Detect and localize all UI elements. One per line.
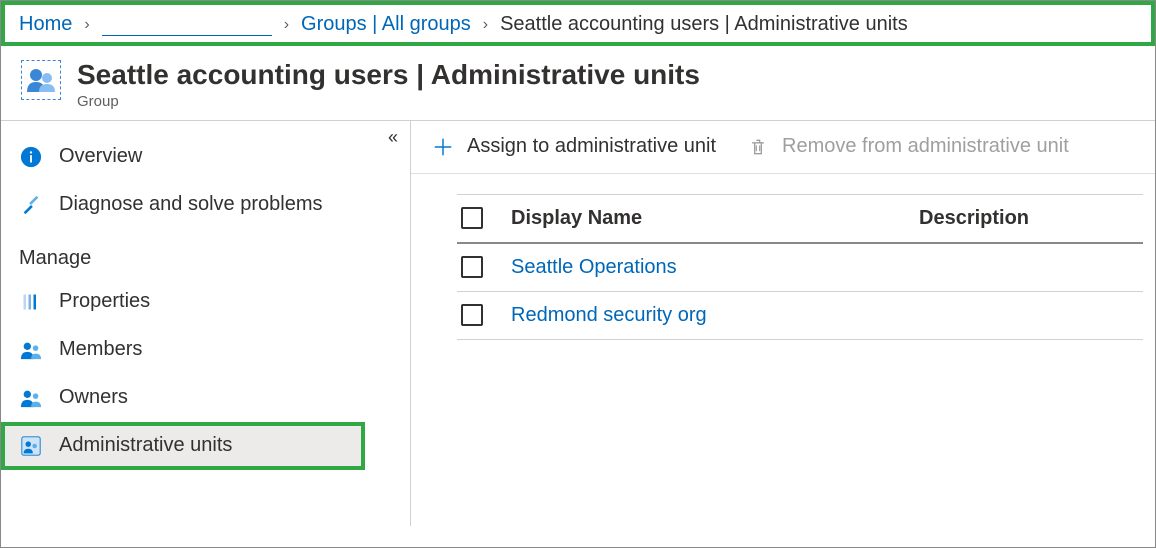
group-icon: [21, 60, 61, 100]
sidebar: « Overview Diagnose and solve problems M…: [1, 121, 411, 526]
row-checkbox[interactable]: [461, 304, 483, 326]
collapse-sidebar-icon[interactable]: «: [388, 127, 398, 148]
column-display-name[interactable]: Display Name: [511, 207, 919, 230]
toolbar-label: Remove from administrative unit: [782, 135, 1069, 158]
info-icon: [19, 145, 43, 169]
remove-admin-unit-button: Remove from administrative unit: [746, 135, 1069, 159]
content-pane: Assign to administrative unit Remove fro…: [411, 121, 1155, 526]
breadcrumb-home[interactable]: Home: [19, 13, 72, 36]
breadcrumb: Home › › Groups | All groups › Seattle a…: [1, 1, 1155, 46]
row-checkbox[interactable]: [461, 256, 483, 278]
table-row[interactable]: Seattle Operations: [457, 244, 1143, 292]
breadcrumb-redacted[interactable]: [102, 14, 272, 36]
chevron-right-icon: ›: [284, 16, 289, 34]
breadcrumb-current: Seattle accounting users | Administrativ…: [500, 13, 908, 36]
nav-label: Owners: [59, 386, 128, 409]
owners-icon: [19, 386, 43, 410]
tools-icon: [19, 193, 43, 217]
nav-administrative-units[interactable]: Administrative units: [1, 422, 365, 470]
page-subtitle: Group: [77, 93, 700, 110]
chevron-right-icon: ›: [84, 16, 89, 34]
nav-section-manage: Manage: [1, 229, 410, 278]
column-description[interactable]: Description: [919, 207, 1139, 230]
nav-diagnose[interactable]: Diagnose and solve problems: [1, 181, 410, 229]
assign-admin-unit-button[interactable]: Assign to administrative unit: [431, 135, 716, 159]
properties-icon: [19, 290, 43, 314]
trash-icon: [746, 135, 770, 159]
row-link[interactable]: Seattle Operations: [511, 256, 677, 278]
nav-overview[interactable]: Overview: [1, 133, 410, 181]
nav-label: Overview: [59, 145, 142, 168]
page-title: Seattle accounting users | Administrativ…: [77, 60, 700, 91]
breadcrumb-groups[interactable]: Groups | All groups: [301, 13, 471, 36]
nav-label: Properties: [59, 290, 150, 313]
nav-members[interactable]: Members: [1, 326, 410, 374]
nav-properties[interactable]: Properties: [1, 278, 410, 326]
nav-label: Diagnose and solve problems: [59, 193, 323, 216]
nav-owners[interactable]: Owners: [1, 374, 410, 422]
select-all-checkbox[interactable]: [461, 207, 483, 229]
nav-label: Members: [59, 338, 142, 361]
plus-icon: [431, 135, 455, 159]
table-header: Display Name Description: [457, 194, 1143, 244]
chevron-right-icon: ›: [483, 16, 488, 34]
nav-label: Administrative units: [59, 434, 232, 457]
admin-units-icon: [19, 434, 43, 458]
members-icon: [19, 338, 43, 362]
toolbar: Assign to administrative unit Remove fro…: [411, 121, 1155, 174]
page-header: Seattle accounting users | Administrativ…: [1, 46, 1155, 120]
admin-units-table: Display Name Description Seattle Operati…: [411, 174, 1155, 340]
toolbar-label: Assign to administrative unit: [467, 135, 716, 158]
row-link[interactable]: Redmond security org: [511, 304, 707, 326]
table-row[interactable]: Redmond security org: [457, 292, 1143, 340]
